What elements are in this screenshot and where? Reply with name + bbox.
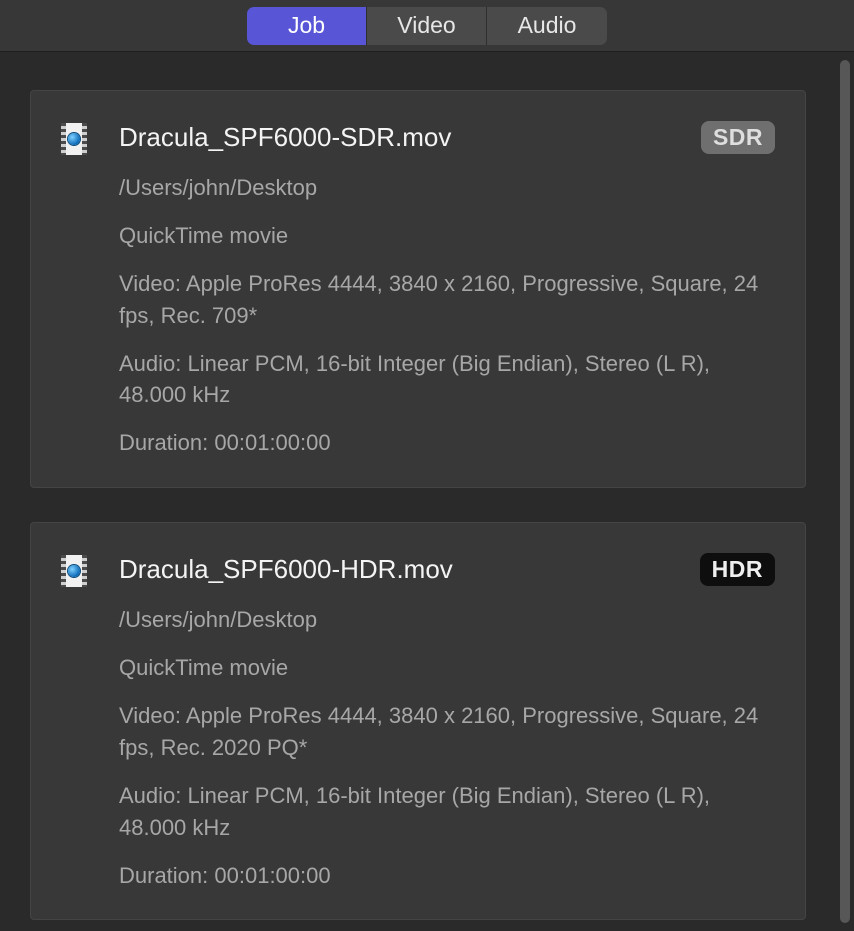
tab-video[interactable]: Video: [367, 7, 487, 45]
dynamic-range-badge: SDR: [701, 121, 775, 154]
job-audio-label: Audio:: [119, 783, 188, 808]
job-video-label: Video:: [119, 703, 186, 728]
job-title-row: Dracula_SPF6000-SDR.mov SDR: [119, 121, 775, 154]
tab-job[interactable]: Job: [247, 7, 367, 45]
dynamic-range-badge: HDR: [700, 553, 775, 586]
job-audio-value: Linear PCM, 16-bit Integer (Big Endian),…: [119, 783, 710, 840]
job-video-spec: Video: Apple ProRes 4444, 3840 x 2160, P…: [119, 268, 775, 332]
quicktime-movie-icon: [61, 555, 87, 587]
file-icon-col: [61, 553, 119, 891]
job-duration-label: Duration:: [119, 863, 214, 888]
job-meta: /Users/john/Desktop QuickTime movie Vide…: [119, 172, 775, 459]
job-video-spec: Video: Apple ProRes 4444, 3840 x 2160, P…: [119, 700, 775, 764]
job-card[interactable]: Dracula_SPF6000-SDR.mov SDR /Users/john/…: [30, 90, 806, 488]
job-title-row: Dracula_SPF6000-HDR.mov HDR: [119, 553, 775, 586]
job-path: /Users/john/Desktop: [119, 604, 775, 636]
job-container: QuickTime movie: [119, 220, 775, 252]
job-video-value: Apple ProRes 4444, 3840 x 2160, Progress…: [119, 703, 758, 760]
job-duration-value: 00:01:00:00: [214, 430, 330, 455]
job-duration-value: 00:01:00:00: [214, 863, 330, 888]
file-icon-col: [61, 121, 119, 459]
job-meta: /Users/john/Desktop QuickTime movie Vide…: [119, 604, 775, 891]
job-video-label: Video:: [119, 271, 186, 296]
job-audio-value: Linear PCM, 16-bit Integer (Big Endian),…: [119, 351, 710, 408]
job-duration: Duration: 00:01:00:00: [119, 427, 775, 459]
tab-audio[interactable]: Audio: [487, 7, 607, 45]
job-filename: Dracula_SPF6000-HDR.mov: [119, 554, 688, 585]
job-card[interactable]: Dracula_SPF6000-HDR.mov HDR /Users/john/…: [30, 522, 806, 920]
job-card-body: Dracula_SPF6000-SDR.mov SDR /Users/john/…: [119, 121, 775, 459]
scrollbar-thumb[interactable]: [840, 60, 850, 923]
inspector-tabbar: Job Video Audio: [0, 0, 854, 52]
vertical-scrollbar[interactable]: [836, 52, 854, 931]
job-audio-label: Audio:: [119, 351, 188, 376]
quicktime-movie-icon: [61, 123, 87, 155]
job-audio-spec: Audio: Linear PCM, 16-bit Integer (Big E…: [119, 780, 775, 844]
job-video-value: Apple ProRes 4444, 3840 x 2160, Progress…: [119, 271, 758, 328]
job-duration: Duration: 00:01:00:00: [119, 860, 775, 892]
job-path: /Users/john/Desktop: [119, 172, 775, 204]
job-duration-label: Duration:: [119, 430, 214, 455]
job-container: QuickTime movie: [119, 652, 775, 684]
job-filename: Dracula_SPF6000-SDR.mov: [119, 122, 689, 153]
job-audio-spec: Audio: Linear PCM, 16-bit Integer (Big E…: [119, 348, 775, 412]
job-list: Dracula_SPF6000-SDR.mov SDR /Users/john/…: [0, 52, 836, 931]
tab-segmented-control: Job Video Audio: [247, 7, 607, 45]
job-card-body: Dracula_SPF6000-HDR.mov HDR /Users/john/…: [119, 553, 775, 891]
inspector-body: Dracula_SPF6000-SDR.mov SDR /Users/john/…: [0, 52, 854, 931]
